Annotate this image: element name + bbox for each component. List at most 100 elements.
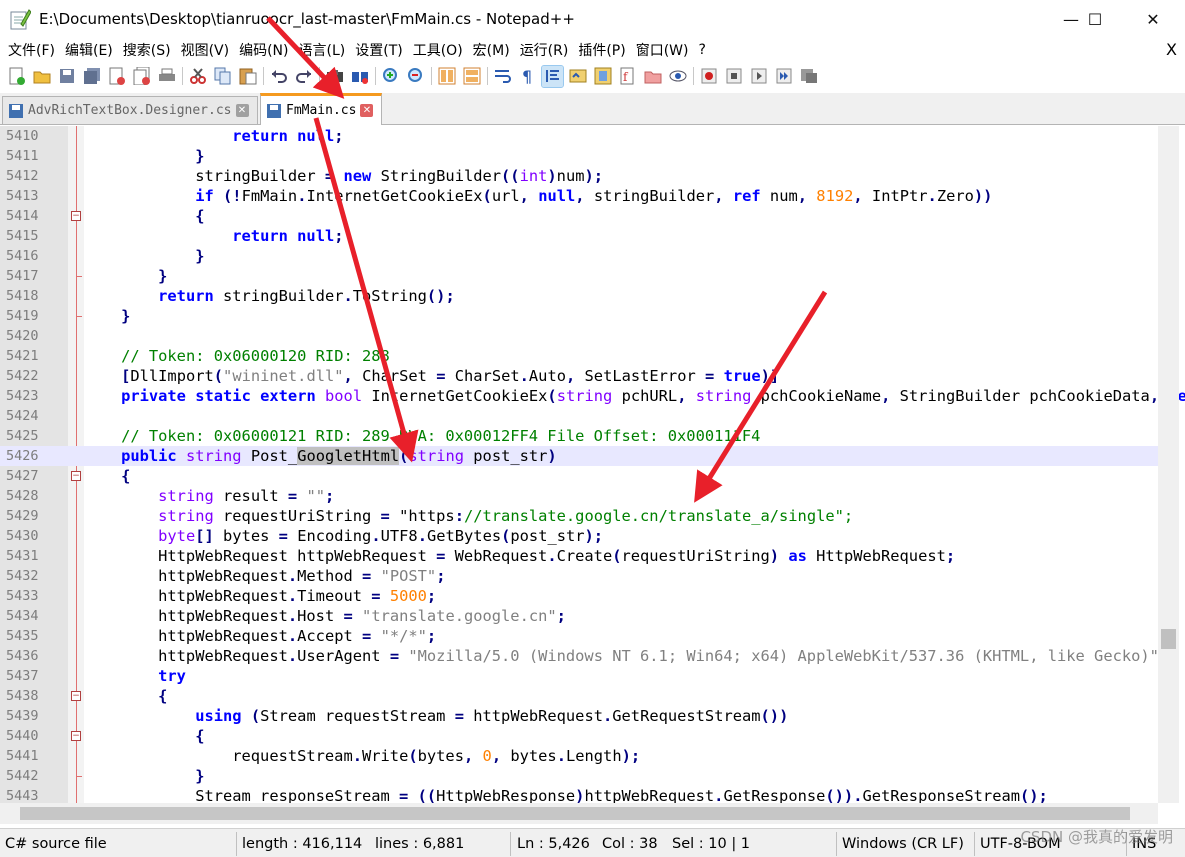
horizontal-scrollbar[interactable] [0, 803, 1158, 824]
fold-toggle-icon[interactable]: − [71, 731, 81, 741]
code-line[interactable]: 5426 public string Post_GoogletHtml(stri… [0, 446, 1158, 466]
menu-plugins[interactable]: 插件(P) [573, 40, 630, 60]
code-line[interactable]: 5420 [0, 326, 1158, 346]
tab-close-icon[interactable]: ✕ [360, 104, 374, 117]
find-icon[interactable] [324, 66, 345, 87]
code-line[interactable]: 5438 − { [0, 686, 1158, 706]
save-all-icon[interactable] [81, 66, 102, 87]
code-line[interactable]: 5435 httpWebRequest.Accept = "*/*"; [0, 626, 1158, 646]
menu-help[interactable]: ? [694, 42, 711, 58]
folder-workspace-icon[interactable] [642, 66, 663, 87]
menu-file[interactable]: 文件(F) [0, 40, 60, 60]
code-line[interactable]: 5412 stringBuilder = new StringBuilder((… [0, 166, 1158, 186]
fold-toggle-icon[interactable]: − [71, 691, 81, 701]
close-all-icon[interactable] [131, 66, 152, 87]
code-line[interactable]: 5430 byte[] bytes = Encoding.UTF8.GetByt… [0, 526, 1158, 546]
close-button[interactable]: ✕ [1130, 0, 1176, 38]
code-line[interactable]: 5427 − { [0, 466, 1158, 486]
code-line[interactable]: 5425 // Token: 0x06000121 RID: 289 RVA: … [0, 426, 1158, 446]
code-line[interactable]: 5415 return null; [0, 226, 1158, 246]
replace-icon[interactable] [349, 66, 370, 87]
paste-icon[interactable] [237, 66, 258, 87]
cut-icon[interactable] [187, 66, 208, 87]
menu-tools[interactable]: 工具(O) [408, 40, 468, 60]
play-multiple-icon[interactable] [773, 66, 794, 87]
code-line[interactable]: 5417 } [0, 266, 1158, 286]
show-all-chars-icon[interactable]: ¶ [517, 66, 538, 87]
menu-search[interactable]: 搜索(S) [118, 40, 176, 60]
function-list-icon[interactable]: f [617, 66, 638, 87]
zoom-out-icon[interactable] [405, 66, 426, 87]
code-text: httpWebRequest.Host = "translate.google.… [84, 607, 566, 625]
code-text: byte[] bytes = Encoding.UTF8.GetBytes(po… [158, 527, 604, 545]
sync-vertical-icon[interactable] [436, 66, 457, 87]
fold-toggle-icon[interactable]: − [71, 471, 81, 481]
zoom-in-icon[interactable] [380, 66, 401, 87]
menu-run[interactable]: 运行(R) [515, 40, 574, 60]
code-line[interactable]: 5443 Stream responseStream = ((HttpWebRe… [0, 786, 1158, 803]
code-line[interactable]: 5418 return stringBuilder.ToString(); [0, 286, 1158, 306]
tab-fmmain[interactable]: FmMain.cs ✕ [260, 93, 382, 125]
code-line[interactable]: 5429 string requestUriString = "https://… [0, 506, 1158, 526]
close-file-icon[interactable] [106, 66, 127, 87]
save-icon[interactable] [56, 66, 77, 87]
code-line[interactable]: 5428 string result = ""; [0, 486, 1158, 506]
code-line[interactable]: 5410 return null; [0, 126, 1158, 146]
notepadpp-app-icon[interactable] [9, 8, 32, 30]
code-line[interactable]: 5437 try [0, 666, 1158, 686]
menu-view[interactable]: 视图(V) [176, 40, 235, 60]
maximize-button[interactable]: ☐ [1072, 0, 1118, 38]
status-eol[interactable]: Windows (CR LF) [842, 833, 964, 855]
print-icon[interactable] [156, 66, 177, 87]
menu-window[interactable]: 窗口(W) [631, 40, 694, 60]
close-document-button[interactable]: X [1166, 40, 1177, 59]
code-line[interactable]: 5432 httpWebRequest.Method = "POST"; [0, 566, 1158, 586]
tab-advrichtextbox[interactable]: AdvRichTextBox.Designer.cs ✕ [2, 96, 258, 124]
menu-edit[interactable]: 编辑(E) [60, 40, 118, 60]
sync-horizontal-icon[interactable] [461, 66, 482, 87]
vertical-scrollbar[interactable] [1158, 126, 1179, 803]
code-line[interactable]: 5411 } [0, 146, 1158, 166]
horizontal-scroll-thumb[interactable] [20, 807, 1130, 820]
code-line[interactable]: 5422 [DllImport("wininet.dll", CharSet =… [0, 366, 1158, 386]
code-line[interactable]: 5413 if (!FmMain.InternetGetCookieEx(url… [0, 186, 1158, 206]
code-line[interactable]: 5434 httpWebRequest.Host = "translate.go… [0, 606, 1158, 626]
doc-map-icon[interactable] [592, 66, 613, 87]
code-line[interactable]: 5421 // Token: 0x06000120 RID: 288 [0, 346, 1158, 366]
user-language-icon[interactable] [567, 66, 588, 87]
redo-icon[interactable] [293, 66, 314, 87]
menu-macro[interactable]: 宏(M) [468, 40, 515, 60]
code-line[interactable]: 5424 [0, 406, 1158, 426]
menu-settings[interactable]: 设置(T) [350, 40, 407, 60]
menu-encoding[interactable]: 编码(N) [234, 40, 293, 60]
indent-guide-icon[interactable] [541, 64, 564, 88]
undo-icon[interactable] [268, 66, 289, 87]
new-file-icon[interactable] [6, 66, 27, 87]
code-line[interactable]: 5439 using (Stream requestStream = httpW… [0, 706, 1158, 726]
menu-language[interactable]: 语言(L) [294, 40, 351, 60]
record-macro-icon[interactable] [698, 66, 719, 87]
code-text: } [158, 267, 168, 285]
code-line[interactable]: 5436 httpWebRequest.UserAgent = "Mozilla… [0, 646, 1168, 666]
code-line[interactable]: 5414 − { [0, 206, 1158, 226]
tab-close-icon[interactable]: ✕ [235, 104, 249, 117]
copy-icon[interactable] [212, 66, 233, 87]
code-line[interactable]: 5441 requestStream.Write(bytes, 0, bytes… [0, 746, 1158, 766]
code-line[interactable]: 5433 httpWebRequest.Timeout = 5000; [0, 586, 1158, 606]
monitoring-icon[interactable] [667, 66, 688, 87]
code-line[interactable]: 5423 private static extern bool Internet… [0, 386, 1185, 406]
open-file-icon[interactable] [31, 66, 52, 87]
code-line[interactable]: 5431 HttpWebRequest httpWebRequest = Web… [0, 546, 1158, 566]
code-line[interactable]: 5440 − { [0, 726, 1158, 746]
word-wrap-icon[interactable] [492, 66, 513, 87]
code-line[interactable]: 5442 } [0, 766, 1158, 786]
play-macro-icon[interactable] [748, 66, 769, 87]
line-number: 5416 [6, 248, 39, 264]
code-line[interactable]: 5419 } [0, 306, 1158, 326]
save-macro-icon[interactable] [798, 66, 819, 87]
vertical-scroll-thumb[interactable] [1161, 629, 1176, 649]
code-editor[interactable]: 5410 return null; 5411 } 5412 stringBuilde… [0, 126, 1185, 803]
stop-record-icon[interactable] [723, 66, 744, 87]
code-line[interactable]: 5416 } [0, 246, 1158, 266]
fold-toggle-icon[interactable]: − [71, 211, 81, 221]
